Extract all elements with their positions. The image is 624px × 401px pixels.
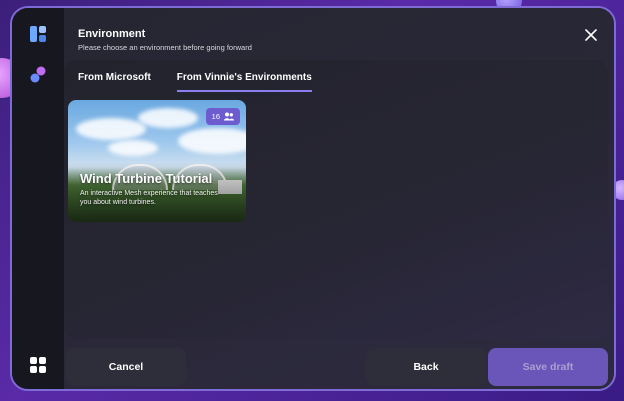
cloud: [108, 140, 158, 156]
cloud: [178, 128, 246, 154]
capacity-badge: 16: [205, 108, 240, 125]
environment-card-wind-turbine[interactable]: 16 Wind Turbine Tutorial An interactive …: [68, 100, 246, 222]
card-description: An interactive Mesh experience that teac…: [80, 190, 218, 207]
close-button[interactable]: [582, 26, 600, 44]
card-title: Wind Turbine Tutorial: [80, 171, 213, 186]
environment-dialog-window: Environment Please choose an environment…: [10, 6, 616, 391]
environment-panel: Environment Please choose an environment…: [64, 8, 614, 389]
environment-content: From Microsoft From Vinnie's Environment…: [64, 60, 608, 339]
dialog-title: Environment: [78, 28, 146, 40]
cancel-button[interactable]: Cancel: [66, 348, 186, 386]
tab-from-vinnies-environments[interactable]: From Vinnie's Environments: [176, 72, 312, 92]
dialog-subtitle: Please choose an environment before goin…: [78, 43, 252, 52]
close-icon: [585, 29, 597, 41]
panels-icon[interactable]: [29, 25, 47, 43]
tab-from-microsoft[interactable]: From Microsoft: [78, 72, 151, 92]
left-rail: [12, 8, 64, 389]
environment-tabs: From Microsoft From Vinnie's Environment…: [78, 72, 312, 92]
apps-grid-icon[interactable]: [29, 356, 47, 374]
cloud: [76, 118, 146, 140]
back-button[interactable]: Back: [366, 348, 486, 386]
cloud: [138, 108, 198, 128]
save-draft-button[interactable]: Save draft: [488, 348, 608, 386]
dialog-header: Environment Please choose an environment…: [78, 28, 252, 52]
people-icon: [224, 112, 234, 121]
capacity-count: 16: [211, 112, 220, 121]
mesh-icon[interactable]: [29, 66, 47, 84]
